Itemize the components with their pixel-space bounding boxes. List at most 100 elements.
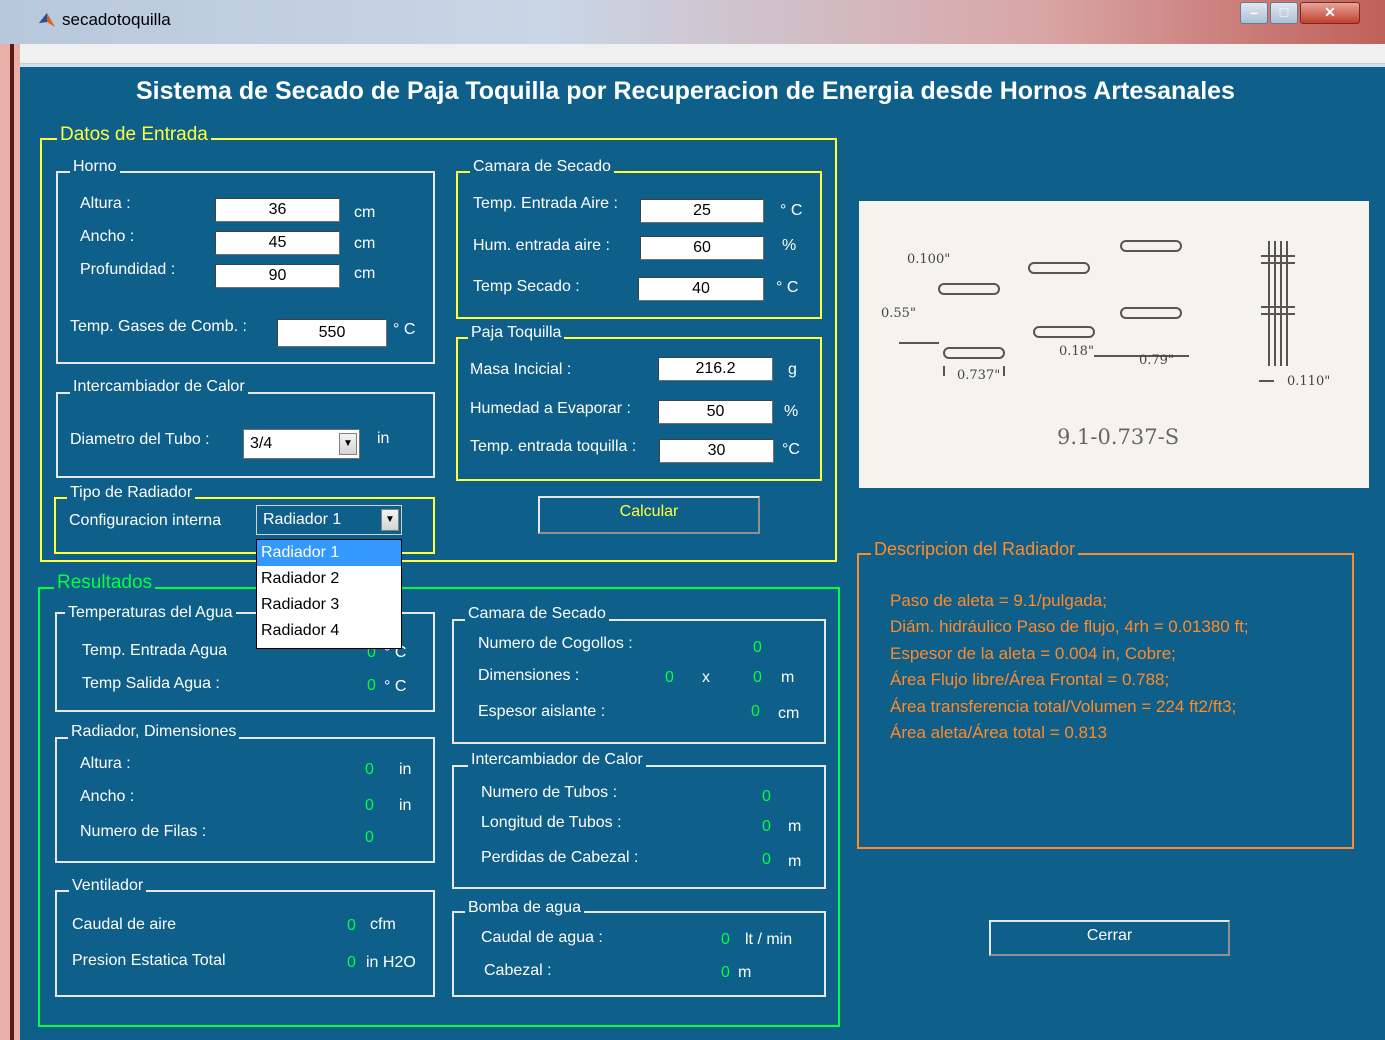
- temp-secado-input[interactable]: 40: [638, 277, 764, 301]
- ventilador-panel: [55, 890, 435, 997]
- humedad-label: Humedad a Evaporar :: [470, 400, 631, 417]
- caudal-aire-value: 0: [347, 917, 356, 934]
- espesor-value: 0: [751, 703, 760, 720]
- temp-salida-agua-label: Temp Salida Agua :: [82, 675, 220, 692]
- temp-aire-input[interactable]: 25: [640, 199, 764, 223]
- rad-filas-value: 0: [365, 829, 374, 846]
- altura-input[interactable]: 36: [215, 198, 340, 222]
- temp-entrada-agua-label: Temp. Entrada Agua: [82, 642, 227, 659]
- dim-label-3: 0.18": [1059, 344, 1094, 359]
- tubos-label: Numero de Tubos :: [481, 784, 618, 801]
- espesor-label: Espesor aislante :: [478, 703, 606, 720]
- cogollos-label: Numero de Cogollos :: [478, 635, 633, 652]
- caudal-agua-value: 0: [721, 931, 730, 948]
- diametro-value: 3/4: [250, 435, 273, 452]
- gases-unit: ° C: [393, 321, 416, 338]
- chevron-down-icon[interactable]: ▼: [339, 433, 357, 455]
- window-left-edge: [0, 44, 20, 1040]
- diametro-select[interactable]: 3/4 ▼: [243, 429, 360, 459]
- presion-unit: in H2O: [366, 954, 416, 971]
- altura-label: Altura :: [80, 195, 131, 212]
- rad-ancho-unit: in: [399, 797, 412, 814]
- radiator-schematic-image: 0.100" 0.55" 0.18" 0.79" 0.737" 0.110" 9…: [859, 201, 1369, 488]
- caudal-aire-label: Caudal de aire: [72, 916, 177, 933]
- radiador-option-3[interactable]: Radiador 3: [257, 592, 401, 618]
- cabezal-unit: m: [738, 964, 752, 981]
- desc-line-2: Diám. hidráulico Paso de flujo, 4rh = 0.…: [890, 617, 1249, 636]
- resultados-label: Resultados: [54, 572, 156, 594]
- hum-aire-unit: %: [782, 237, 797, 254]
- temp-agua-label: Temperaturas del Agua: [65, 604, 236, 622]
- humedad-unit: %: [784, 403, 799, 420]
- ventilador-label: Ventilador: [69, 877, 147, 895]
- radiador-select[interactable]: Radiador 1 ▼: [256, 505, 402, 535]
- gases-input[interactable]: 550: [277, 319, 387, 347]
- masa-label: Masa Incicial :: [470, 361, 572, 378]
- dim-a-value: 0: [665, 669, 674, 686]
- maximize-button[interactable]: □: [1270, 2, 1298, 24]
- gases-label: Temp. Gases de Comb. :: [70, 318, 247, 335]
- intercambiador-input-label: Intercambiador de Calor: [70, 378, 248, 396]
- ancho-unit: cm: [354, 235, 376, 252]
- cerrar-button[interactable]: Cerrar: [989, 920, 1230, 956]
- intercambiador-result-label: Intercambiador de Calor: [468, 751, 646, 769]
- paja-label: Paja Toquilla: [468, 324, 565, 342]
- bomba-panel: [452, 911, 826, 997]
- humedad-input[interactable]: 50: [658, 400, 773, 424]
- matlab-icon: [39, 13, 55, 27]
- desc-line-3: Espesor de la aleta = 0.004 in, Cobre;: [890, 644, 1176, 663]
- dim-label-6: 0.110": [1287, 374, 1330, 389]
- dim-x-separator: x: [702, 669, 710, 686]
- profundidad-input[interactable]: 90: [215, 264, 340, 288]
- desc-line-6: Área aleta/Área total = 0.813: [890, 723, 1107, 742]
- minimize-button[interactable]: –: [1240, 2, 1268, 24]
- window-title: secadotoquilla: [62, 10, 171, 29]
- caudal-agua-label: Caudal de agua :: [481, 929, 603, 946]
- dim-label-4: 0.79": [1139, 353, 1174, 368]
- presion-label: Presion Estatica Total: [72, 952, 226, 969]
- masa-unit: g: [788, 361, 797, 378]
- perdidas-value: 0: [762, 851, 771, 868]
- chevron-down-icon[interactable]: ▼: [381, 509, 399, 531]
- hum-aire-input[interactable]: 60: [640, 236, 764, 260]
- calcular-button[interactable]: Calcular: [538, 496, 760, 534]
- dim-b-value: 0: [753, 669, 762, 686]
- dimensiones-label: Dimensiones :: [478, 667, 580, 684]
- close-window-button[interactable]: ✕: [1300, 2, 1360, 24]
- dim-label-5: 0.737": [957, 368, 1000, 383]
- radiador-dim-label: Radiador, Dimensiones: [68, 723, 240, 741]
- main-panel: Sistema de Secado de Paja Toquilla por R…: [20, 64, 1385, 1040]
- radiador-selected-value: Radiador 1: [263, 511, 342, 528]
- masa-input[interactable]: 216.2: [658, 357, 773, 381]
- desc-line-4: Área Flujo libre/Área Frontal = 0.788;: [890, 670, 1170, 689]
- temp-toquilla-input[interactable]: 30: [659, 439, 774, 463]
- page-title: Sistema de Secado de Paja Toquilla por R…: [136, 77, 1235, 105]
- radiador-option-1[interactable]: Radiador 1: [257, 540, 401, 566]
- altura-unit: cm: [354, 204, 376, 221]
- rad-altura-unit: in: [399, 761, 412, 778]
- diametro-label: Diametro del Tubo :: [70, 431, 210, 448]
- temp-aire-label: Temp. Entrada Aire :: [473, 195, 618, 212]
- temp-salida-agua-unit: ° C: [384, 678, 407, 695]
- dim-label-1: 0.100": [907, 252, 950, 267]
- window-titlebar: secadotoquilla – □ ✕: [0, 0, 1385, 44]
- close-icon: ✕: [1324, 4, 1336, 20]
- schematic-caption: 9.1-0.737-S: [1057, 425, 1179, 449]
- perdidas-unit: m: [788, 853, 802, 870]
- longitud-unit: m: [788, 818, 802, 835]
- cogollos-value: 0: [753, 639, 762, 656]
- minimize-icon: –: [1250, 4, 1258, 20]
- horno-label: Horno: [70, 158, 120, 176]
- desc-line-1: Paso de aleta = 9.1/pulgada;: [890, 591, 1107, 610]
- radiador-option-2[interactable]: Radiador 2: [257, 566, 401, 592]
- hum-aire-label: Hum. entrada aire :: [473, 237, 610, 254]
- espesor-unit: cm: [778, 705, 800, 722]
- rad-altura-label: Altura :: [80, 755, 131, 772]
- temp-secado-label: Temp Secado :: [473, 278, 580, 295]
- ancho-input[interactable]: 45: [215, 231, 340, 255]
- tipo-radiador-label: Tipo de Radiador: [67, 484, 196, 502]
- menu-bar: [20, 44, 1385, 64]
- profundidad-label: Profundidad :: [80, 261, 176, 278]
- radiador-option-4[interactable]: Radiador 4: [257, 618, 401, 644]
- datos-entrada-label: Datos de Entrada: [57, 124, 211, 146]
